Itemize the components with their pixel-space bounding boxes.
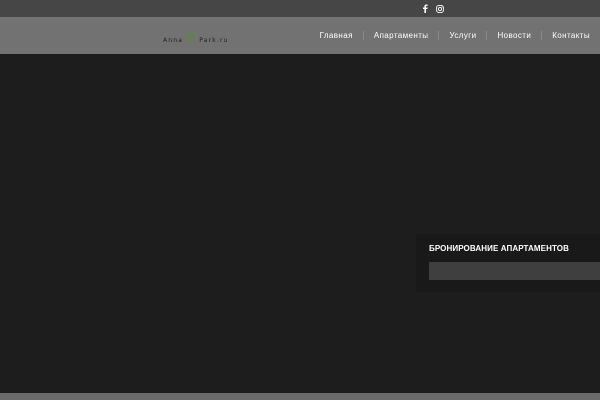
menu-item-contacts[interactable]: Контакты — [542, 17, 600, 54]
hero-section — [0, 54, 600, 394]
footer-strip — [0, 393, 600, 400]
menu-item-apartments[interactable]: Апартаменты — [364, 17, 439, 54]
logo-text-left: Anna — [163, 37, 184, 44]
booking-title: БРОНИРОВАНИЕ АПАРТАМЕНТОВ — [429, 244, 569, 253]
top-bar — [0, 0, 600, 17]
booking-panel: БРОНИРОВАНИЕ АПАРТАМЕНТОВ — [416, 234, 600, 292]
menu-item-services[interactable]: Услуги — [439, 17, 486, 54]
menu-item-news[interactable]: Новости — [487, 17, 541, 54]
menu-item-home[interactable]: Главная — [310, 17, 363, 54]
social-links — [420, 2, 444, 15]
facebook-icon[interactable] — [420, 3, 429, 14]
tree-icon — [185, 31, 197, 45]
site-logo[interactable]: Anna Park.ru — [163, 27, 229, 45]
booking-input[interactable] — [429, 262, 600, 280]
instagram-icon[interactable] — [435, 3, 444, 14]
logo-text-right: Park.ru — [199, 37, 229, 44]
main-navbar: Anna Park.ru Главная Апартаменты Услуги … — [0, 17, 600, 54]
main-menu: Главная Апартаменты Услуги Новости Конта… — [310, 17, 600, 54]
